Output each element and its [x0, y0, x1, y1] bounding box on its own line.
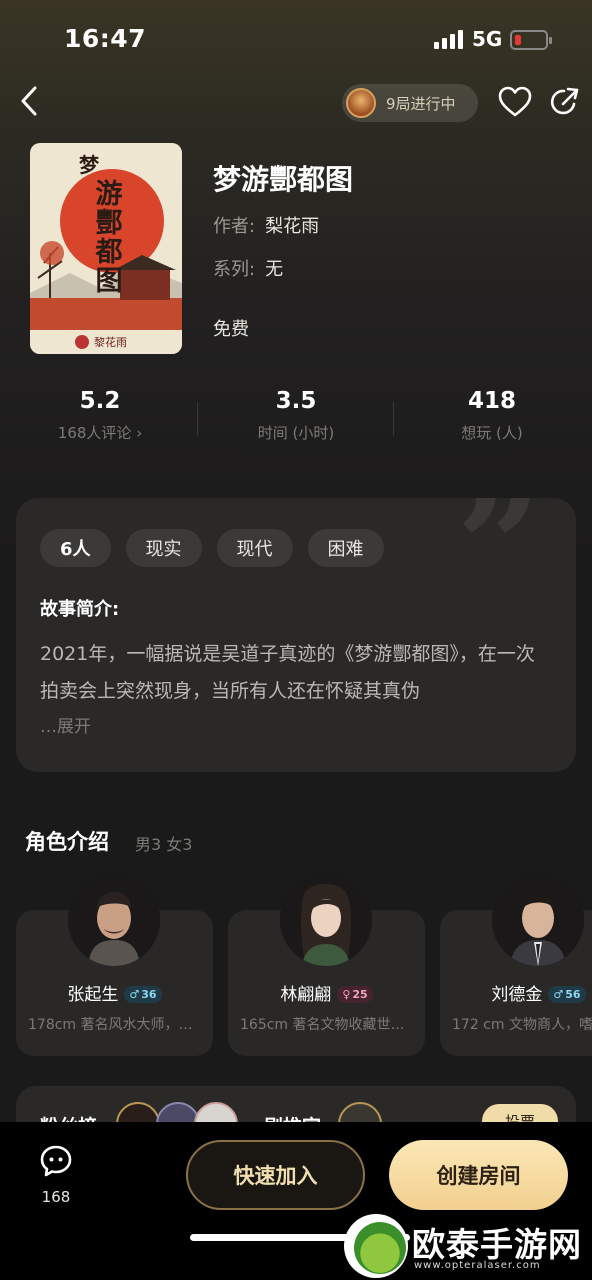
games-in-progress-pill[interactable]: 9局进行中 [342, 84, 478, 122]
watermark-text: 欧泰手游网 [412, 1225, 582, 1264]
favorite-button[interactable] [498, 86, 532, 122]
network-type: 5G [472, 27, 503, 51]
story-heading: 故事简介: [40, 599, 120, 620]
cover-author: 黎花雨 [94, 336, 127, 349]
avatar [492, 874, 584, 966]
watermark: 欧泰手游网 www.opteralaser.com [340, 1212, 592, 1280]
stat-duration: 3.5 时间 (小时) [257, 388, 335, 442]
chat-bubble-icon [40, 1145, 72, 1177]
role-card[interactable]: 张起生 ♂ 36 178cm 著名风水大师，… [16, 874, 213, 1056]
story-text: 2021年，一幅据说是吴道子真迹的《梦游酆都图》，在一次拍卖会上突然现身，当所有… [40, 643, 535, 702]
tag: 现代 [216, 529, 293, 567]
quick-join-button[interactable]: 快速加入 [186, 1140, 365, 1210]
cover-char: 图 [95, 266, 123, 297]
role-desc: 172 cm 文物商人，嗜 [452, 1017, 592, 1033]
author-row: 作者: 梨花雨 [213, 216, 320, 237]
stat-want-to-play: 418 想玩 (人) [461, 388, 523, 442]
chevron-left-icon [21, 86, 37, 116]
pill-avatar [346, 88, 376, 118]
role-name: 刘德金 [491, 985, 543, 1005]
pill-label: 9局进行中 [386, 94, 456, 113]
quote-mark-icon: ” [456, 498, 543, 635]
create-room-button[interactable]: 创建房间 [389, 1140, 568, 1210]
stat-rating[interactable]: 5.2 168人评论 › [2, 388, 198, 443]
status-bar: 16:47 5G [0, 0, 592, 80]
role-name: 张起生 [67, 985, 119, 1005]
role-name: 林翩翩 [280, 985, 332, 1005]
chat-button[interactable]: 168 [36, 1144, 76, 1206]
cover-char: 都 [95, 237, 123, 268]
gender-age-badge: ♂ 36 [124, 986, 162, 1003]
signal-icon [434, 30, 463, 49]
share-icon [550, 87, 579, 115]
roles-heading: 角色介绍 [25, 830, 109, 854]
cover-char: 游 [95, 179, 123, 210]
chat-count: 168 [41, 1188, 71, 1206]
share-button[interactable] [548, 86, 580, 122]
stats-row: 5.2 168人评论 › 3.5 时间 (小时) 418 想玩 (人) [0, 388, 592, 458]
gender-age-badge: ♂ 56 [548, 986, 586, 1003]
role-desc: 165cm 著名文物收藏世… [240, 1017, 405, 1033]
cover-char: 梦 [79, 153, 99, 177]
watermark-url: www.opteralaser.com [414, 1260, 541, 1271]
tag-players: 6人 [40, 529, 111, 567]
story-card: ” 6人 现实 现代 困难 故事简介: 2021年，一幅据说是吴道子真迹的《梦游… [16, 498, 576, 772]
cover-char: 酆 [95, 208, 123, 239]
expand-link[interactable]: …展开 [40, 712, 91, 737]
role-card[interactable]: 刘德金 ♂ 56 172 cm 文物商人，嗜 [440, 874, 592, 1056]
tag: 困难 [307, 529, 384, 567]
back-button[interactable] [14, 84, 44, 118]
roles-summary: 男3 女3 [135, 835, 193, 854]
series-row: 系列: 无 [213, 259, 284, 280]
tag-list: 6人 现实 现代 困难 [40, 529, 384, 567]
battery-icon [510, 30, 552, 50]
heart-icon [498, 86, 532, 117]
price-label: 免费 [213, 319, 249, 340]
tag: 现实 [125, 529, 202, 567]
role-desc: 178cm 著名风水大师，… [28, 1017, 193, 1033]
author-name[interactable]: 梨花雨 [265, 216, 319, 237]
watermark-logo-icon [344, 1214, 408, 1278]
book-cover[interactable]: 梦 游 酆 都 图 黎花雨 [30, 143, 182, 354]
book-title: 梦游酆都图 [213, 163, 354, 196]
gender-age-badge: ♀ 25 [337, 986, 373, 1003]
avatar [280, 874, 372, 966]
role-card[interactable]: 林翩翩 ♀ 25 165cm 著名文物收藏世… [228, 874, 425, 1056]
avatar [68, 874, 160, 966]
status-time: 16:47 [64, 24, 147, 53]
series-value: 无 [265, 259, 284, 280]
